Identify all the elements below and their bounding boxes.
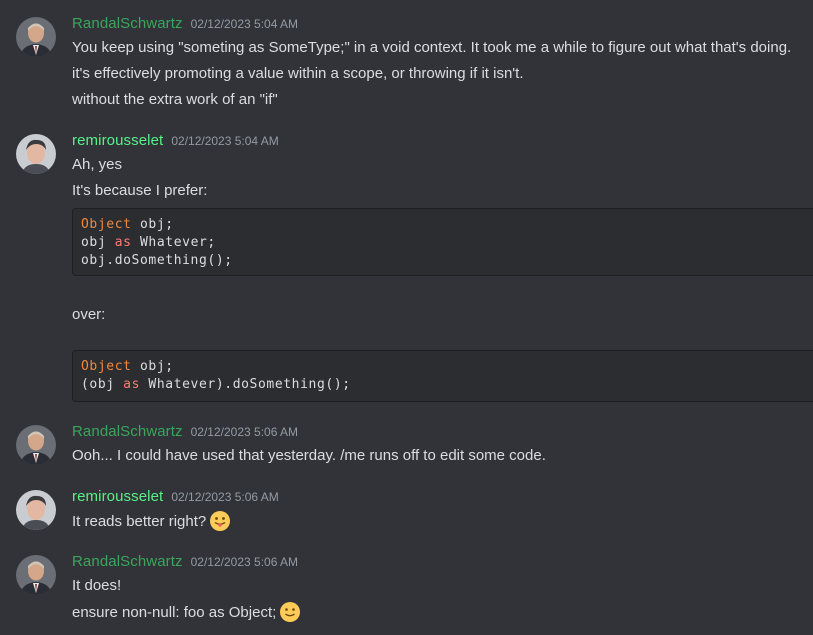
message-text: it's effectively promoting a value withi…	[72, 65, 524, 82]
message-text: It's because I prefer:	[72, 182, 208, 199]
timestamp: 02/12/2023 5:06 AM	[171, 490, 279, 504]
tongue-out-emoji-icon[interactable]	[209, 510, 231, 532]
avatar[interactable]	[16, 134, 56, 174]
username[interactable]: RandalSchwartz	[72, 423, 183, 440]
timestamp: 02/12/2023 5:04 AM	[171, 134, 279, 148]
message-header: RandalSchwartz 02/12/2023 5:04 AM	[72, 15, 813, 37]
message-text: Ah, yes	[72, 156, 123, 173]
avatar[interactable]	[16, 425, 56, 465]
timestamp: 02/12/2023 5:06 AM	[190, 425, 299, 439]
avatar[interactable]	[16, 17, 56, 57]
username[interactable]: RandalSchwartz	[72, 553, 183, 570]
username[interactable]: RandalSchwartz	[72, 15, 183, 32]
message-text: over:	[72, 306, 106, 323]
username[interactable]: remirousselet	[72, 488, 163, 505]
username[interactable]: remirousselet	[72, 132, 163, 149]
code-line: Object obj;	[81, 359, 174, 374]
message-text-content: It reads better right?	[72, 513, 207, 530]
message-header: remirousselet 02/12/2023 5:06 AM	[72, 488, 813, 510]
avatar[interactable]	[16, 555, 56, 595]
avatar[interactable]	[16, 490, 56, 530]
message-text: ensure non-null: foo as Object;	[72, 601, 813, 624]
code-line: (obj as Whatever).doSomething();	[81, 377, 351, 392]
timestamp: 02/12/2023 5:06 AM	[190, 555, 299, 569]
message-header: RandalSchwartz 02/12/2023 5:06 AM	[72, 423, 813, 445]
message-text: without the extra work of an "if"	[72, 91, 278, 108]
slight-smile-emoji-icon[interactable]	[279, 601, 301, 623]
message-text: Ooh... I could have used that yesterday.…	[72, 447, 546, 464]
message-text: It does!	[72, 577, 122, 594]
code-block[interactable]: Object obj; obj as Whatever; obj.doSomet…	[72, 208, 813, 276]
message-header: remirousselet 02/12/2023 5:04 AM	[72, 132, 813, 154]
timestamp: 02/12/2023 5:04 AM	[190, 17, 299, 31]
code-block[interactable]: Object obj; (obj as Whatever).doSomethin…	[72, 350, 813, 402]
code-line: Object obj;	[81, 217, 174, 232]
code-line: obj as Whatever;	[81, 235, 216, 250]
message-text: You keep using "someting as SomeType;" i…	[72, 39, 792, 56]
message-text: It reads better right?	[72, 510, 813, 533]
message-text-content: ensure non-null: foo as Object;	[72, 604, 277, 621]
code-line: obj.doSomething();	[81, 253, 233, 268]
message-header: RandalSchwartz 02/12/2023 5:06 AM	[72, 553, 813, 575]
